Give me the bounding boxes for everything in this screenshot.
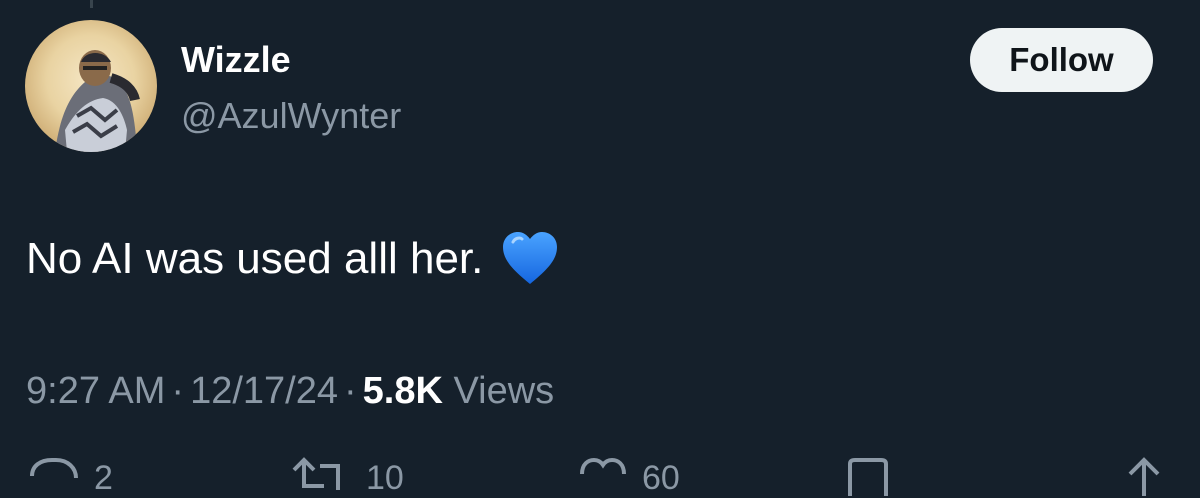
user-handle[interactable]: @AzulWynter bbox=[181, 94, 401, 138]
like-count: 60 bbox=[642, 459, 680, 497]
follow-button[interactable]: Follow bbox=[970, 28, 1153, 92]
repost-icon bbox=[292, 457, 340, 490]
share-button[interactable] bbox=[1122, 456, 1166, 496]
tweet-metadata: 9:27 AM · 12/17/24 · 5.8K Views bbox=[26, 366, 554, 416]
repost-count: 10 bbox=[366, 459, 404, 497]
avatar-photo bbox=[55, 50, 140, 152]
action-bar: 2 10 60 bbox=[0, 456, 1200, 498]
views-count: 5.8K bbox=[362, 370, 443, 412]
repost-button[interactable]: 10 bbox=[290, 456, 404, 498]
reply-icon bbox=[30, 458, 78, 479]
avatar[interactable] bbox=[25, 20, 157, 152]
display-name[interactable]: Wizzle bbox=[181, 38, 291, 82]
bookmark-icon bbox=[848, 458, 888, 496]
reply-button[interactable]: 2 bbox=[26, 456, 113, 498]
separator-dot: · bbox=[344, 370, 357, 412]
like-heart-icon bbox=[580, 457, 626, 475]
tweet-text: No AI was used alll her. bbox=[26, 234, 484, 283]
separator-dot: · bbox=[171, 370, 185, 412]
like-button[interactable]: 60 bbox=[578, 456, 680, 498]
tweet-date[interactable]: 12/17/24 bbox=[190, 370, 338, 412]
thread-connector-line bbox=[90, 0, 93, 8]
reply-count: 2 bbox=[94, 459, 113, 497]
tweet-time[interactable]: 9:27 AM bbox=[26, 370, 165, 412]
bookmark-button[interactable] bbox=[846, 456, 890, 496]
views-label: Views bbox=[453, 370, 555, 412]
blue-heart-icon bbox=[501, 230, 559, 288]
tweet-body: No AI was used alll her. bbox=[26, 229, 559, 289]
share-icon bbox=[1128, 457, 1160, 496]
